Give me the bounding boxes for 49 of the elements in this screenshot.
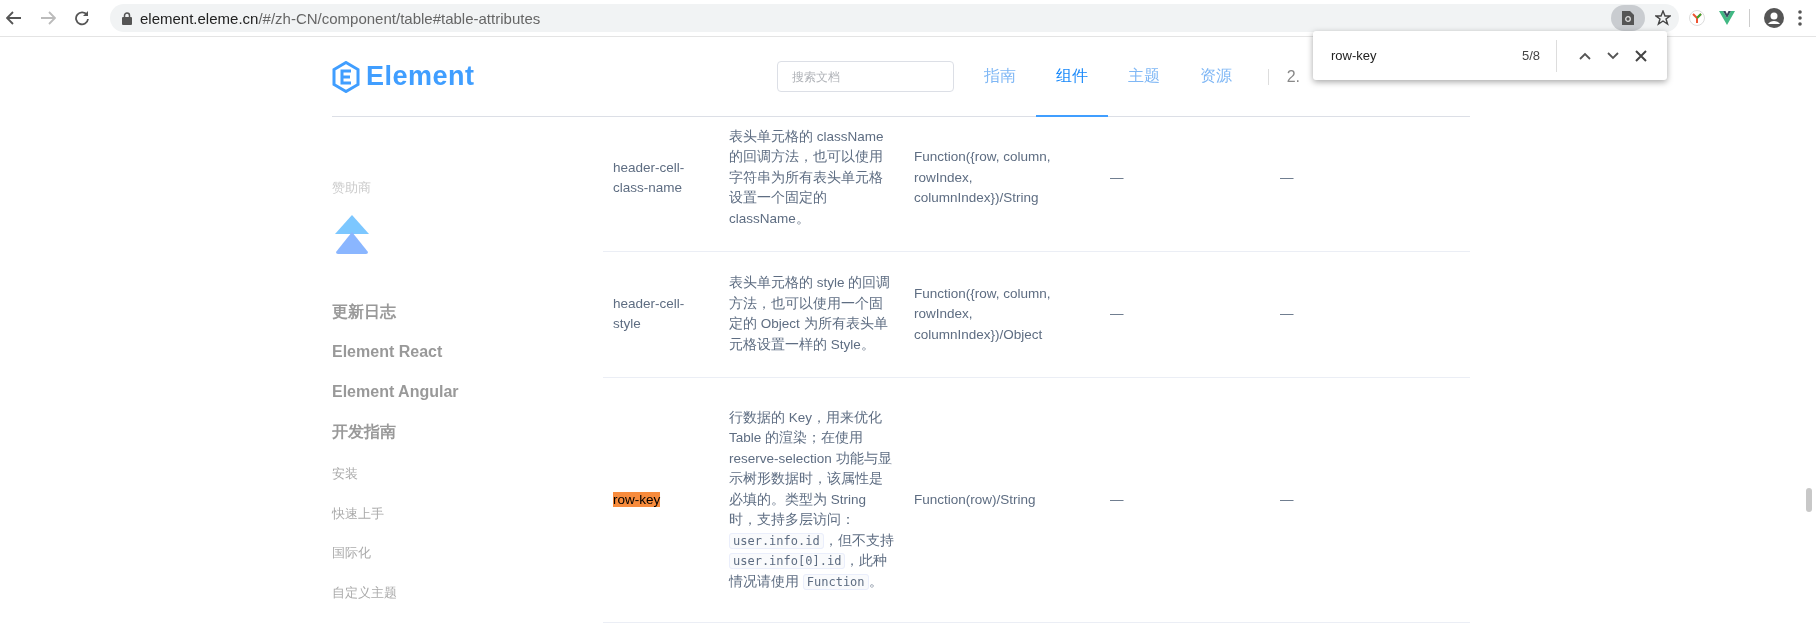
search-field[interactable]: 搜索文档	[776, 61, 954, 92]
match-count: 5/8	[1521, 48, 1540, 63]
attribute-description: 表头单元格的 style 的回调方法，也可以使用一个固定的 Object 为所有表头单元格设置一样的 Style。	[729, 274, 892, 354]
attribute-name: header-cell-style	[613, 294, 686, 334]
attribute-description: 行数据的 Key，用来优化 Table 的渲染；在使用 reserve-selection 功能与显示树形数据时，该属性是必填的。类型为 String 时，支持多层访问： user.info.id ，但不支持 user.info[0].id ，此种情况请使用 Function 。	[729, 408, 894, 592]
sidebar-link[interactable]: 安装	[332, 454, 603, 494]
sidebar-heading[interactable]: 开发指南	[332, 412, 603, 452]
attribute-description: 表头单元格的 className 的回调方法，也可以使用字符串为所有表头单元格设置一个固定的 className。	[729, 127, 885, 228]
vue-icon[interactable]	[1719, 11, 1735, 25]
right-arrow-icon	[40, 11, 56, 25]
attribute-type: Function({row, column, rowIndex, columnIndex})/String	[914, 148, 1052, 208]
address-bar[interactable]: element.eleme.cn/#/zh-CN/component/table#table-attributes	[110, 4, 1679, 32]
lock-icon	[122, 11, 132, 25]
close-icon	[1635, 49, 1647, 62]
nav-tab[interactable]: 资源	[1179, 37, 1252, 117]
attribute-options: —	[1110, 167, 1260, 189]
sidebar-heading[interactable]: Element Angular	[332, 372, 603, 412]
menu-icon[interactable]	[1798, 10, 1802, 26]
nav-tab[interactable]: 主题	[1107, 37, 1180, 117]
star-icon[interactable]	[1655, 10, 1671, 26]
attribute-default: —	[1280, 490, 1295, 509]
attribute-type: Function(row)/String	[914, 490, 1037, 509]
attribute-options: —	[1110, 304, 1260, 325]
sidebar-link[interactable]: 国际化	[332, 533, 603, 573]
find-in-page-icon[interactable]	[1611, 5, 1645, 31]
attribute-default: —	[1280, 305, 1295, 324]
hexagon-logo-icon	[332, 60, 360, 93]
chevron-down-icon	[1607, 51, 1619, 60]
left-arrow-icon	[6, 11, 22, 25]
sidebar-link[interactable]: 快速上手	[332, 493, 603, 533]
reload-icon	[74, 10, 90, 26]
scrollbar-thumb[interactable]	[1806, 488, 1812, 512]
attribute-default: —	[1280, 168, 1295, 187]
nav-tab[interactable]: 指南	[963, 37, 1036, 117]
attribute-name: row-key	[613, 491, 661, 507]
nav-tab[interactable]: 组件	[1035, 37, 1108, 117]
attribute-name: header-cell-class-name	[613, 158, 686, 198]
find-query[interactable]: row-key	[1331, 48, 1522, 63]
avatar-icon[interactable]	[1764, 8, 1784, 28]
sidebar-link[interactable]: 自定义主题	[332, 572, 603, 612]
attribute-type: Function({row, column, rowIndex, columnIndex})/Object	[914, 284, 1052, 344]
sidebar-heading[interactable]: Element React	[332, 332, 603, 372]
sidebar-heading[interactable]: 更新日志	[332, 292, 603, 332]
extension-icon[interactable]	[1689, 10, 1705, 26]
version-label[interactable]: 2.	[1286, 67, 1300, 86]
chevron-up-icon	[1579, 51, 1591, 60]
url-text: element.eleme.cn/#/zh-CN/component/table#table-attributes	[140, 9, 541, 27]
attribute-options: —	[1110, 489, 1260, 511]
logo-text[interactable]: Element	[366, 61, 475, 92]
